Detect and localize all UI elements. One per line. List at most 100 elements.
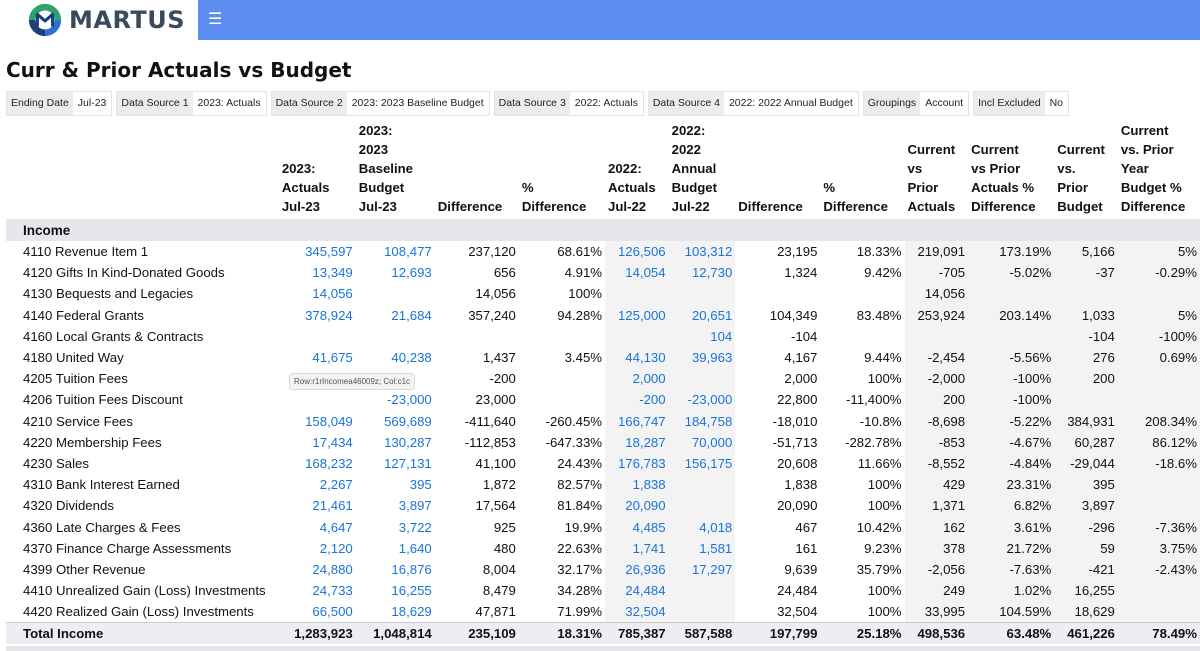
drilldown-link[interactable]: 130,287 [356, 432, 435, 453]
filter-data-source-1[interactable]: Data Source 1 2023: Actuals [116, 91, 267, 116]
drilldown-link[interactable]: 20,651 [668, 304, 736, 326]
filter-incl-excluded[interactable]: Incl Excluded No [973, 91, 1070, 116]
value-cell: 100% [867, 604, 902, 620]
value-cell: 104.59% [968, 601, 1055, 623]
value-cell: 100% [867, 371, 902, 387]
drilldown-link[interactable]: 2,267 [279, 474, 356, 495]
drilldown-link[interactable]: 24,484 [605, 580, 669, 602]
drilldown-link[interactable]: 4,647 [279, 516, 356, 537]
drilldown-link[interactable]: 14,054 [605, 262, 669, 284]
account-name: 4320 Dividends [23, 498, 114, 514]
drilldown-link[interactable]: 345,597 [279, 241, 356, 262]
table-row: 4310 Bank Interest Earned 2,267 395 1,872 82… [6, 474, 1200, 496]
column-header[interactable]: 2022: Actuals Jul-22 [605, 121, 669, 219]
drilldown-link[interactable]: 24,733 [279, 580, 356, 601]
drilldown-link[interactable]: 378,924 [279, 305, 356, 326]
drilldown-link[interactable]: 569,689 [356, 411, 435, 432]
filter-data-source-4[interactable]: Data Source 4 2022: 2022 Annual Budget [647, 91, 859, 116]
filter-groupings[interactable]: Groupings Account [862, 91, 970, 116]
drilldown-link[interactable]: 18,629 [356, 601, 435, 622]
value-cell: 1,437 [482, 350, 516, 366]
drilldown-link[interactable]: 127,131 [356, 453, 435, 474]
column-header[interactable]: % Difference [820, 121, 905, 219]
drilldown-link[interactable]: 66,500 [279, 601, 356, 622]
column-header[interactable]: 2023: Actuals Jul-23 [278, 121, 356, 219]
drilldown-link[interactable]: 168,232 [279, 453, 356, 474]
drilldown-link[interactable]: 12,730 [668, 262, 736, 284]
drilldown-link[interactable]: 24,880 [279, 559, 356, 580]
drilldown-link[interactable]: 70,000 [668, 431, 736, 453]
column-header[interactable]: Difference [434, 121, 519, 219]
drilldown-link[interactable]: 4,018 [668, 516, 736, 538]
column-header[interactable]: % Difference [518, 121, 606, 219]
column-header[interactable]: Current vs. Prior Year Budget % Differen… [1117, 121, 1200, 219]
drilldown-link[interactable]: 21,684 [356, 305, 435, 326]
column-header[interactable]: Difference [735, 121, 821, 219]
drilldown-link[interactable]: 18,287 [605, 431, 669, 453]
value-cell: 60,287 [1054, 431, 1118, 453]
value-cell: 20,608 [777, 455, 818, 471]
drilldown-link[interactable]: 4,485 [605, 516, 669, 538]
account-name: 4130 Bequests and Legacies [23, 286, 194, 302]
drilldown-link[interactable]: 1,581 [668, 537, 736, 559]
column-header[interactable]: 2023: 2023 Baseline Budget Jul-23 [355, 121, 435, 219]
column-header[interactable]: Current vs Prior Actuals [904, 121, 969, 219]
drilldown-link[interactable]: 12,693 [356, 262, 435, 283]
drilldown-link[interactable]: 126,506 [605, 241, 669, 263]
drilldown-link[interactable]: 41,675 [279, 347, 356, 368]
drilldown-link[interactable]: 20,090 [605, 495, 669, 517]
drilldown-link[interactable]: 14,056 [279, 283, 356, 304]
value-cell: -5.02% [968, 262, 1055, 284]
drilldown-link[interactable]: 184,758 [668, 410, 736, 432]
drilldown-link[interactable]: 2,120 [279, 538, 356, 559]
drilldown-link[interactable]: 26,936 [605, 558, 669, 580]
section-cell [968, 219, 1055, 241]
drilldown-link[interactable]: 125,000 [605, 304, 669, 326]
filter-value[interactable]: 2022: Actuals [569, 92, 643, 115]
filter-ending-date[interactable]: Ending Date Jul-23 [6, 91, 113, 116]
drilldown-link[interactable]: 1,741 [605, 537, 669, 559]
hamburger-icon[interactable]: ☰ [208, 10, 222, 30]
drilldown-link[interactable]: 1,640 [356, 538, 435, 559]
column-header[interactable]: Current vs Prior Actuals % Difference [968, 121, 1055, 219]
drilldown-link[interactable]: 44,130 [605, 346, 669, 369]
drilldown-link[interactable]: 16,255 [356, 580, 435, 601]
filter-value[interactable]: 2022: 2022 Annual Budget [723, 92, 858, 115]
filter-value[interactable]: No [1044, 92, 1069, 115]
drilldown-link[interactable]: -200 [605, 389, 669, 411]
drilldown-link[interactable]: 103,312 [668, 241, 736, 263]
filter-data-source-3[interactable]: Data Source 3 2022: Actuals [493, 91, 644, 116]
drilldown-link[interactable]: 21,461 [279, 495, 356, 516]
drilldown-link[interactable]: 156,175 [668, 452, 736, 475]
drilldown-link[interactable]: 40,238 [356, 347, 435, 368]
drilldown-link[interactable]: 39,963 [668, 346, 736, 369]
drilldown-link[interactable]: 13,349 [279, 262, 356, 283]
drilldown-link[interactable]: 2,000 [605, 368, 669, 390]
drilldown-link[interactable]: 176,783 [605, 452, 669, 475]
drilldown-link[interactable]: 166,747 [605, 410, 669, 432]
drilldown-link[interactable]: 17,434 [279, 432, 356, 453]
filter-value[interactable]: Jul-23 [72, 92, 112, 115]
drilldown-link[interactable]: 32,504 [605, 601, 669, 623]
column-header[interactable]: Current vs. Prior Budget [1054, 121, 1118, 219]
drilldown-link[interactable]: 17,297 [668, 558, 736, 580]
filter-value[interactable]: Account [920, 92, 969, 115]
drilldown-link[interactable]: -23,000 [668, 389, 736, 411]
drilldown-link[interactable]: 3,897 [356, 495, 435, 516]
drilldown-link[interactable]: 1,838 [605, 474, 669, 496]
drilldown-link[interactable]: 3,722 [356, 516, 435, 537]
filter-value[interactable]: 2023: Actuals [192, 92, 266, 115]
filter-data-source-2[interactable]: Data Source 2 2023: 2023 Baseline Budget [270, 91, 490, 116]
column-header[interactable]: 2022: 2022 Annual Budget Jul-22 [668, 121, 736, 219]
value-cell: 5% [1117, 241, 1200, 263]
value-cell [1117, 283, 1200, 305]
drilldown-link[interactable]: 104 [668, 325, 736, 347]
drilldown-link[interactable]: 395 [356, 474, 435, 495]
drilldown-link[interactable]: 16,876 [356, 559, 435, 580]
value-cell: 1,033 [1054, 304, 1118, 326]
logo[interactable]: MARTUS [0, 0, 198, 40]
drilldown-link[interactable]: 108,477 [356, 241, 435, 262]
drilldown-link[interactable]: 158,049 [279, 411, 356, 432]
filter-value[interactable]: 2023: 2023 Baseline Budget [346, 92, 489, 115]
drilldown-link[interactable]: -23,000 [356, 389, 435, 410]
